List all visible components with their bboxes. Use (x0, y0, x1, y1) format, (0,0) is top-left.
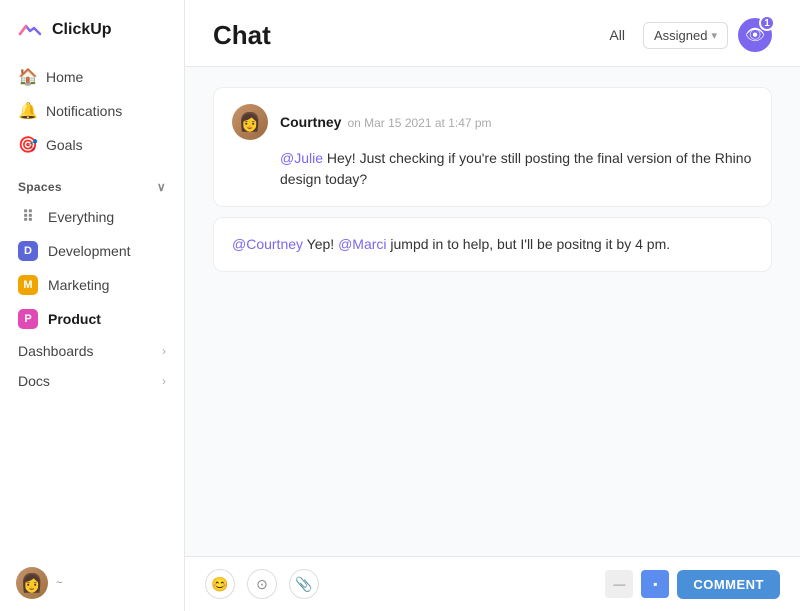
sidebar-item-notifications[interactable]: 🔔 Notifications (8, 94, 176, 128)
sidebar-bottom: 👩 ~ (0, 555, 184, 611)
main-content: Chat All Assigned ▾ 👁 1 👩 Courtney on (185, 0, 800, 611)
sidebar-item-dashboards[interactable]: Dashboards › (8, 336, 176, 366)
circle-icon: ⊙ (256, 576, 268, 593)
message-text-1: Hey! Just checking if you're still posti… (280, 150, 751, 187)
assigned-chevron-icon: ▾ (711, 29, 717, 42)
attach-button[interactable]: 📎 (289, 569, 319, 599)
chat-area: 👩 Courtney on Mar 15 2021 at 1:47 pm @Ju… (185, 67, 800, 556)
home-icon: 🏠 (18, 67, 36, 87)
sidebar-item-product-label: Product (48, 311, 101, 327)
sidebar-item-home-label: Home (46, 69, 83, 85)
reply-text-2: jumpd in to help, but I'll be positng it… (390, 236, 670, 252)
sidebar-item-home[interactable]: 🏠 Home (8, 60, 176, 94)
user-avatar[interactable]: 👩 (16, 567, 48, 599)
attach-icon: 📎 (295, 576, 312, 593)
header-controls: All Assigned ▾ 👁 1 (601, 18, 772, 52)
sidebar-item-everything[interactable]: ⠿ Everything (8, 200, 176, 234)
sidebar-item-docs-label: Docs (18, 373, 50, 389)
reply-block-1: @Courtney Yep! @Marci jumpd in to help, … (213, 217, 772, 272)
message-body-1: @Julie Hey! Just checking if you're stil… (232, 148, 753, 190)
action-btn-2[interactable]: ▪ (641, 570, 669, 598)
page-title: Chat (213, 20, 581, 51)
compose-toolbar: 😊 ⊙ 📎 — ▪ COMMENT (205, 569, 780, 599)
sidebar-item-everything-label: Everything (48, 209, 114, 225)
dashboards-arrow-icon: › (162, 344, 166, 358)
filter-assigned-label: Assigned (654, 28, 707, 43)
logo-area: ClickUp (0, 0, 184, 56)
goals-icon: 🎯 (18, 135, 36, 155)
sidebar-item-docs[interactable]: Docs › (8, 366, 176, 396)
compose-area: 😊 ⊙ 📎 — ▪ COMMENT (185, 556, 800, 611)
sidebar-item-dashboards-label: Dashboards (18, 343, 94, 359)
sidebar-item-development-label: Development (48, 243, 131, 259)
content-header: Chat All Assigned ▾ 👁 1 (185, 0, 800, 67)
action-btn-1[interactable]: — (605, 570, 633, 598)
sidebar-item-product[interactable]: P Product (8, 302, 176, 336)
product-icon: P (18, 309, 38, 329)
mention-julie: @Julie (280, 150, 323, 166)
spaces-section-label: Spaces ∨ (0, 166, 184, 200)
circle-button[interactable]: ⊙ (247, 569, 277, 599)
sidebar-item-goals[interactable]: 🎯 Goals (8, 128, 176, 162)
filter-all-button[interactable]: All (601, 23, 633, 47)
spaces-chevron-icon[interactable]: ∨ (157, 180, 166, 194)
sidebar-item-marketing[interactable]: M Marketing (8, 268, 176, 302)
reply-text-1: Yep! (307, 236, 338, 252)
bell-icon: 🔔 (18, 101, 36, 121)
message-timestamp-1: on Mar 15 2021 at 1:47 pm (347, 116, 491, 130)
everything-icon: ⠿ (18, 207, 38, 227)
user-menu-indicator: ~ (56, 577, 62, 589)
compose-actions: — ▪ COMMENT (605, 570, 780, 599)
mention-marci: @Marci (338, 236, 386, 252)
sidebar-item-marketing-label: Marketing (48, 277, 109, 293)
message-block-1: 👩 Courtney on Mar 15 2021 at 1:47 pm @Ju… (213, 87, 772, 207)
sidebar-item-development[interactable]: D Development (8, 234, 176, 268)
compose-icons: 😊 ⊙ 📎 (205, 569, 319, 599)
clickup-logo-icon (16, 16, 44, 44)
reply-body-1: @Courtney Yep! @Marci jumpd in to help, … (232, 234, 753, 255)
notifications-eye-button[interactable]: 👁 1 (738, 18, 772, 52)
courtney-avatar: 👩 (232, 104, 268, 140)
app-name: ClickUp (52, 21, 112, 39)
notification-badge: 1 (759, 15, 775, 31)
comment-button[interactable]: COMMENT (677, 570, 780, 599)
marketing-icon: M (18, 275, 38, 295)
development-icon: D (18, 241, 38, 261)
sidebar-item-goals-label: Goals (46, 137, 83, 153)
filter-assigned-dropdown[interactable]: Assigned ▾ (643, 22, 728, 49)
message-author-1: Courtney (280, 114, 341, 130)
docs-arrow-icon: › (162, 374, 166, 388)
mention-courtney: @Courtney (232, 236, 303, 252)
nav-items: 🏠 Home 🔔 Notifications 🎯 Goals (0, 56, 184, 166)
emoji-button[interactable]: 😊 (205, 569, 235, 599)
sidebar: ClickUp 🏠 Home 🔔 Notifications 🎯 Goals S… (0, 0, 185, 611)
sidebar-item-notifications-label: Notifications (46, 103, 122, 119)
emoji-icon: 😊 (211, 576, 228, 593)
